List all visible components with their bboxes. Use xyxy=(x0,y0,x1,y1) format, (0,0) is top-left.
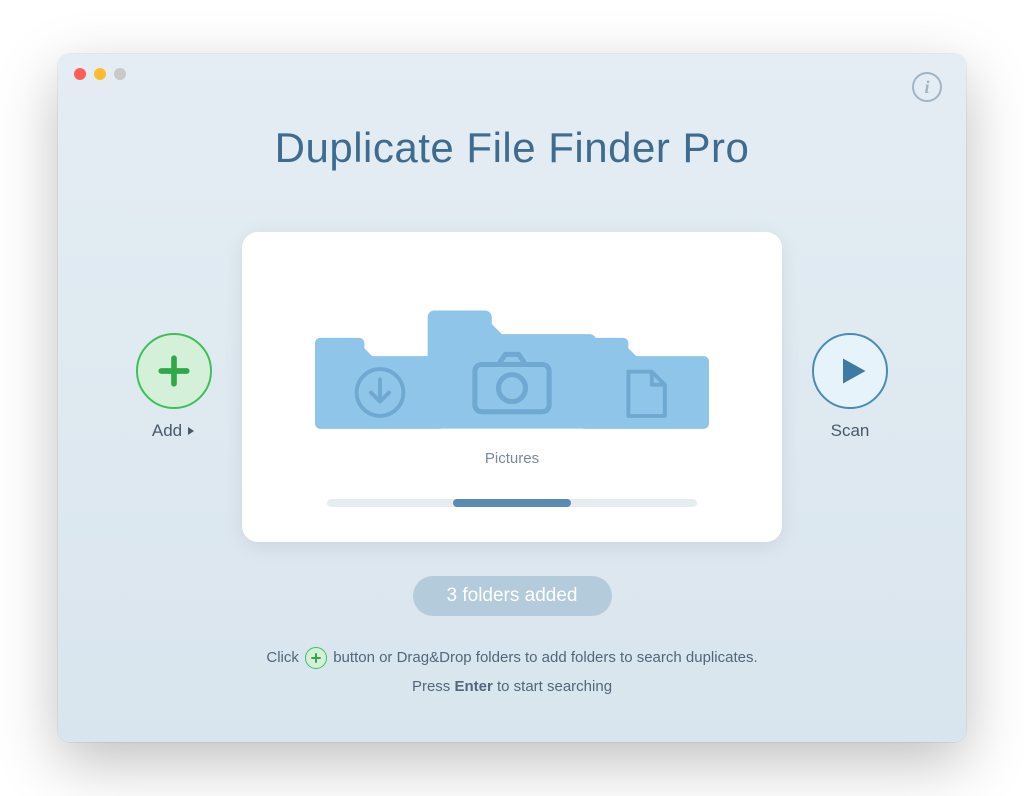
app-window: i Duplicate File Finder Pro Add xyxy=(58,54,966,742)
main-row: Add xyxy=(58,232,966,542)
hint-text: Click button or Drag&Drop folders to add… xyxy=(58,644,966,701)
folder-downloads[interactable] xyxy=(315,327,445,432)
scan-label: Scan xyxy=(831,421,870,441)
plus-icon xyxy=(157,354,191,388)
folders-card[interactable]: Pictures xyxy=(242,232,782,542)
carousel-scrollbar-thumb[interactable] xyxy=(453,499,571,507)
info-button[interactable]: i xyxy=(912,72,942,102)
add-button[interactable] xyxy=(136,333,212,409)
play-icon xyxy=(838,356,868,386)
add-label: Add xyxy=(152,421,196,441)
add-column: Add xyxy=(136,333,212,441)
plus-icon-small xyxy=(305,647,327,669)
close-window-button[interactable] xyxy=(74,68,86,80)
chevron-right-icon xyxy=(186,426,196,436)
folder-documents[interactable] xyxy=(579,327,709,432)
scan-button[interactable] xyxy=(812,333,888,409)
maximize-window-button[interactable] xyxy=(114,68,126,80)
folder-camera-icon xyxy=(427,297,597,432)
status-badge: 3 folders added xyxy=(413,576,612,616)
folders-row xyxy=(262,282,762,432)
window-controls xyxy=(74,68,126,80)
selected-folder-label: Pictures xyxy=(485,450,539,467)
folder-download-icon xyxy=(315,327,445,432)
minimize-window-button[interactable] xyxy=(94,68,106,80)
info-icon: i xyxy=(924,77,929,98)
folder-pictures[interactable] xyxy=(427,297,597,432)
folder-document-icon xyxy=(579,327,709,432)
carousel-scrollbar[interactable] xyxy=(327,499,697,507)
scan-column: Scan xyxy=(812,333,888,441)
app-title: Duplicate File Finder Pro xyxy=(58,124,966,172)
